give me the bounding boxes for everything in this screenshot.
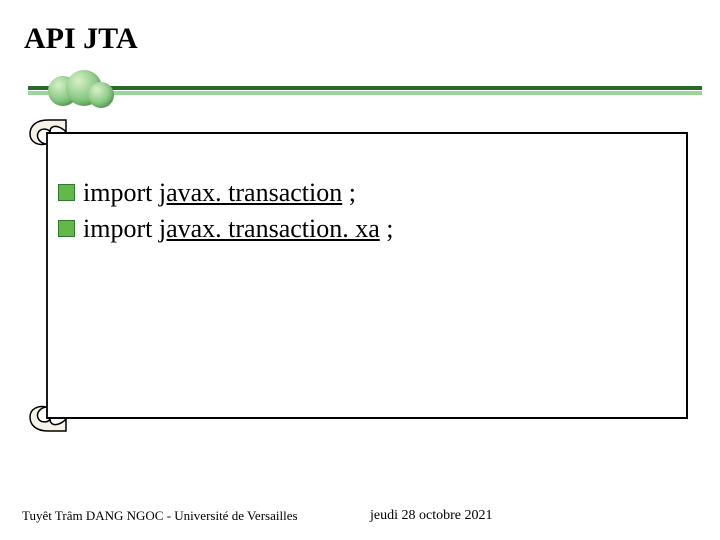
footer-author: Tuyêt Trâm DANG NGOC - Université de Ver…: [22, 508, 298, 524]
bullet-square-icon: [58, 184, 75, 201]
bullet-square-icon: [58, 220, 75, 237]
text-tail: ;: [380, 214, 394, 243]
list-item: import javax. transaction. xa ;: [58, 214, 668, 244]
bullet-text: import javax. transaction. xa ;: [83, 214, 394, 244]
text-tail: ;: [342, 178, 356, 207]
header-decoration: [28, 76, 702, 104]
list-item: import javax. transaction ;: [58, 178, 668, 208]
text-plain: import: [83, 178, 159, 207]
content-body: [46, 132, 688, 419]
text-plain: import: [83, 214, 159, 243]
accent-line-dark: [28, 86, 702, 90]
accent-circles: [48, 70, 118, 115]
scroll-curl-bottom-icon: [28, 403, 68, 433]
content-scroll-frame: import javax. transaction ; import javax…: [28, 118, 688, 433]
circle-icon: [88, 82, 114, 108]
bullet-list: import javax. transaction ; import javax…: [58, 178, 668, 250]
text-underlined: javax. transaction. xa: [159, 214, 380, 243]
text-underlined: javax. transaction: [159, 178, 342, 207]
page-title: API JTA: [24, 22, 138, 56]
scroll-curl-top-icon: [28, 118, 68, 148]
bullet-text: import javax. transaction ;: [83, 178, 356, 208]
footer-date: jeudi 28 octobre 2021: [370, 508, 492, 524]
accent-line-light: [28, 91, 702, 95]
